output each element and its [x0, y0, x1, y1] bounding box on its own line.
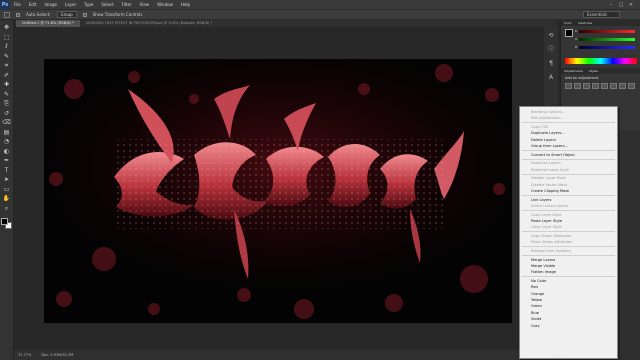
- adjustments-panel-tabs: Adjustments Styles: [561, 68, 640, 74]
- menu-view[interactable]: View: [136, 2, 154, 7]
- color-balance-icon[interactable]: [619, 83, 626, 89]
- brightness-icon[interactable]: [565, 83, 572, 89]
- adjustment-icons: [565, 83, 635, 89]
- menu-help[interactable]: Help: [177, 2, 194, 7]
- lasso-tool-icon[interactable]: ℓ: [2, 43, 11, 50]
- menu-item-edit-adjustment: Edit Adjustment...: [531, 116, 564, 121]
- foreground-color-swatch[interactable]: [0, 218, 8, 225]
- path-select-tool-icon[interactable]: ➤: [2, 176, 11, 183]
- blue-slider[interactable]: [579, 46, 635, 49]
- tools-panel: ✥ ⬚ ℓ ✎ ⌗ ✐ ✚ ✎ ⎘ ↺ ⌫ ▤ ◔ ◐ ✒ T ➤ ▭ ✋ ⌕: [0, 20, 14, 360]
- menu-item-group-from-layers[interactable]: Group from Layers...: [520, 143, 617, 149]
- crop-tool-icon[interactable]: ⌗: [2, 62, 11, 69]
- color-swatches[interactable]: [0, 218, 13, 230]
- menu-item-rasterize-layer-style: Rasterize Layer Style: [531, 167, 570, 172]
- menu-edit[interactable]: Edit: [25, 2, 41, 7]
- show-transform-checkbox[interactable]: [82, 12, 87, 17]
- marquee-tool-icon[interactable]: ⬚: [2, 34, 11, 41]
- levels-icon[interactable]: [574, 83, 581, 89]
- exposure-icon[interactable]: [592, 83, 599, 89]
- auto-select-checkbox[interactable]: [16, 12, 20, 17]
- menu-item-convert-to-smart-object[interactable]: Convert to Smart Object: [520, 152, 617, 158]
- collapsed-panel-strip: ⟲ ⓘ ¶ A: [544, 26, 558, 116]
- menu-bar: Ps File Edit Image Layer Type Select Filter Vie…: [0, 0, 640, 10]
- tab-color[interactable]: Color: [564, 20, 572, 26]
- document-tab[interactable]: CREATING TEXT EFFECT IN PHOTOSHOP.psd @ …: [80, 20, 218, 27]
- red-slider[interactable]: [579, 30, 635, 33]
- menu-item-gray[interactable]: Gray: [520, 323, 617, 329]
- paragraph-icon[interactable]: ¶: [547, 60, 555, 68]
- eyedropper-tool-icon[interactable]: ✐: [2, 72, 11, 79]
- clone-stamp-tool-icon[interactable]: ⎘: [2, 100, 11, 107]
- menu-image[interactable]: Image: [40, 2, 61, 7]
- healing-tool-icon[interactable]: ✚: [2, 81, 11, 88]
- type-tool-icon[interactable]: T: [2, 167, 11, 174]
- auto-select-label: Auto-Select:: [26, 12, 51, 17]
- menu-file[interactable]: File: [10, 2, 25, 7]
- hue-saturation-icon[interactable]: [610, 83, 617, 89]
- photoshop-logo-icon: Ps: [0, 0, 10, 10]
- doc-size-readout: Doc: 5.93M/32.3M: [41, 353, 74, 357]
- move-tool-preset-icon[interactable]: [4, 11, 10, 18]
- workspace-switcher[interactable]: Essentials: [582, 11, 620, 18]
- auto-select-dropdown[interactable]: Group: [56, 11, 77, 18]
- menu-items: File Edit Image Layer Type Select Filter View Wi…: [10, 2, 194, 7]
- menu-item-release-from-isolation: Release from Isolation: [531, 248, 571, 253]
- curves-icon[interactable]: [583, 83, 590, 89]
- eraser-tool-icon[interactable]: ⌫: [2, 119, 11, 126]
- menu-item-clear-layer-style: Clear Layer Style: [531, 225, 562, 230]
- green-channel-label: G: [575, 37, 578, 41]
- menu-layer[interactable]: Layer: [61, 2, 80, 7]
- menu-item-select-linked-layers: Select Linked Layers: [531, 204, 568, 209]
- shape-tool-icon[interactable]: ▭: [2, 186, 11, 193]
- foreground-color-chip[interactable]: [565, 29, 573, 37]
- zoom-readout[interactable]: 71.77%: [18, 353, 31, 357]
- document-tab[interactable]: Untitled-1 @ 71.8% (RGB/8) *: [16, 20, 80, 27]
- document-canvas[interactable]: [44, 59, 512, 323]
- zoom-tool-icon[interactable]: ⌕: [2, 205, 11, 212]
- minimize-icon[interactable]: –: [608, 2, 614, 8]
- color-panel-tabs: Color Swatches: [561, 20, 640, 26]
- dodge-tool-icon[interactable]: ◐: [2, 148, 11, 155]
- window-controls: – □ ×: [608, 2, 640, 8]
- menu-type[interactable]: Type: [80, 2, 97, 7]
- history-icon[interactable]: ⟲: [547, 32, 555, 40]
- menu-item-flatten-image[interactable]: Flatten Image: [520, 269, 617, 275]
- tab-adjustments[interactable]: Adjustments: [564, 68, 583, 74]
- menu-select[interactable]: Select: [97, 2, 117, 7]
- history-brush-tool-icon[interactable]: ↺: [2, 110, 11, 117]
- gradient-tool-icon[interactable]: ▤: [2, 129, 11, 136]
- show-transform-label: Show Transform Controls: [92, 12, 143, 17]
- vibrance-icon[interactable]: [601, 83, 608, 89]
- adjustments-title: Add an adjustment: [565, 76, 599, 80]
- quick-select-tool-icon[interactable]: ✎: [2, 53, 11, 60]
- blur-tool-icon[interactable]: ◔: [2, 138, 11, 145]
- status-bar: 71.77% Doc: 5.93M/32.3M: [14, 350, 556, 360]
- black-white-icon[interactable]: [628, 83, 635, 89]
- layer-context-menu: Blending Options... Edit Adjustment... Cop…: [519, 106, 618, 359]
- info-icon[interactable]: ⓘ: [547, 46, 555, 54]
- brush-tool-icon[interactable]: ✎: [2, 91, 11, 98]
- color-spectrum[interactable]: [565, 58, 637, 64]
- move-tool-icon[interactable]: ✥: [2, 24, 11, 31]
- blue-channel-label: B: [575, 45, 578, 49]
- menu-filter[interactable]: Filter: [118, 2, 136, 7]
- menu-item-paste-shape-attributes: Paste Shape Attributes: [531, 240, 572, 245]
- text-effect-artwork: [44, 59, 512, 323]
- document-tabs: Untitled-1 @ 71.8% (RGB/8) * CREATING TEX…: [16, 20, 556, 27]
- menu-item-create-clipping-mask[interactable]: Create Clipping Mask: [520, 188, 617, 194]
- character-icon[interactable]: A: [547, 74, 555, 82]
- maximize-icon[interactable]: □: [618, 2, 624, 8]
- green-slider[interactable]: [579, 38, 635, 41]
- tab-swatches[interactable]: Swatches: [578, 20, 592, 26]
- pen-tool-icon[interactable]: ✒: [2, 157, 11, 164]
- red-channel-label: R: [575, 29, 578, 33]
- menu-window[interactable]: Window: [153, 2, 177, 7]
- close-icon[interactable]: ×: [628, 2, 634, 8]
- options-bar: Auto-Select: Group Show Transform Contro…: [0, 10, 640, 20]
- tab-styles[interactable]: Styles: [589, 68, 598, 74]
- hand-tool-icon[interactable]: ✋: [2, 195, 11, 202]
